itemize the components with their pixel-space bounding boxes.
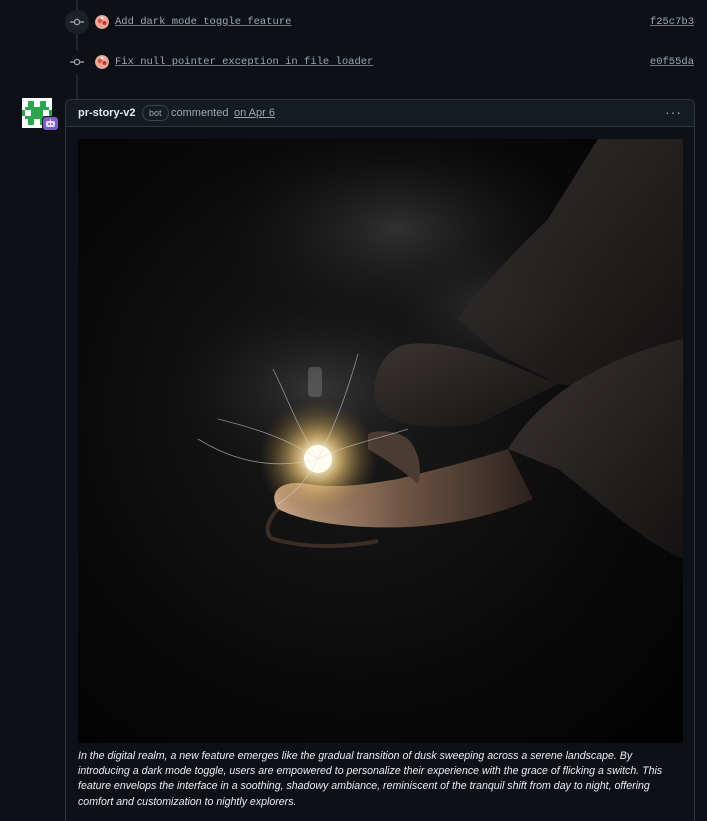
story-illustration-image [78, 139, 683, 743]
commit-author-avatar[interactable] [95, 15, 109, 29]
kebab-horizontal-icon[interactable]: ··· [665, 103, 682, 121]
comment-header: pr-story-v2 bot commented on Apr 6 ··· [66, 100, 694, 127]
commit-message-link[interactable]: Fix null pointer exception in file loade… [115, 55, 373, 69]
comment-card: pr-story-v2 bot commented on Apr 6 ··· I… [65, 99, 695, 821]
commit-sha-link[interactable]: f25c7b3 [650, 15, 694, 29]
commit-sha-link[interactable]: e0f55da [650, 55, 694, 69]
git-commit-icon [65, 50, 89, 74]
bot-label: bot [142, 105, 169, 121]
comment-author-link[interactable]: pr-story-v2 [78, 107, 135, 120]
comment-action-text: commented [171, 107, 229, 119]
commit-message-link[interactable]: Add dark mode toggle feature [115, 15, 291, 29]
bot-badge-icon [42, 116, 59, 131]
commit-row: Fix null pointer exception in file loade… [0, 50, 707, 74]
commit-author-avatar[interactable] [95, 55, 109, 69]
comment-body-text: In the digital realm, a new feature emer… [78, 750, 663, 808]
git-commit-icon [65, 10, 89, 34]
commit-row: Add dark mode toggle feature f25c7b3 [0, 10, 707, 34]
comment-date-link[interactable]: on Apr 6 [234, 107, 275, 120]
